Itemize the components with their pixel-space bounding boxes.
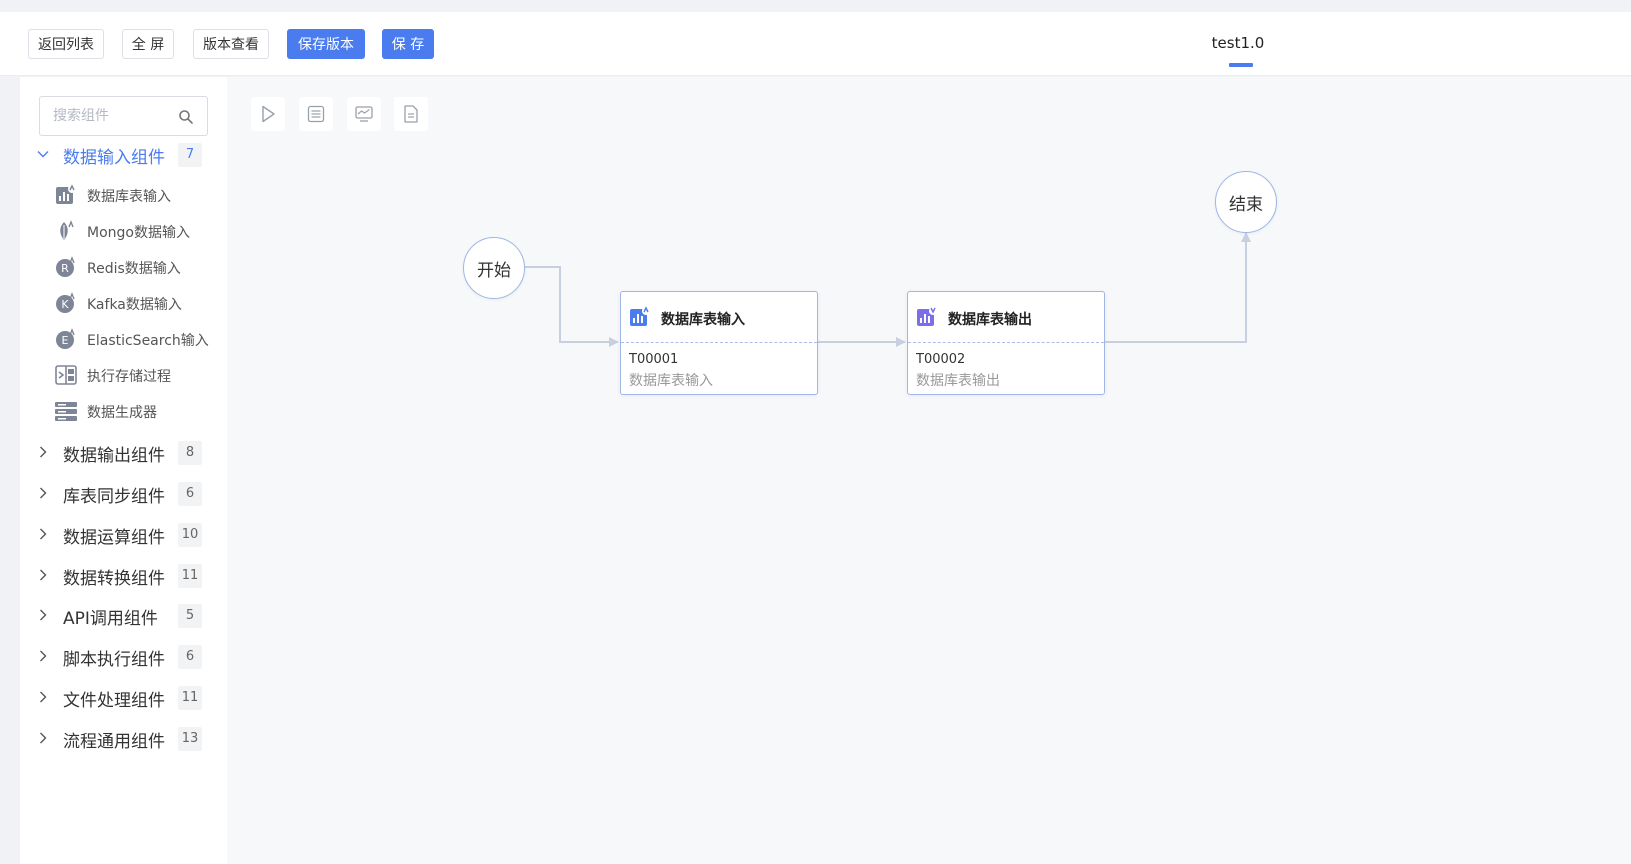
component-kafka-input[interactable]: K Kafka数据输入 [20, 288, 227, 318]
chevron-right-icon [40, 650, 47, 662]
node-divider [621, 342, 817, 343]
component-label: 执行存储过程 [87, 369, 171, 385]
component-search [39, 96, 208, 136]
category-count-badge: 6 [178, 482, 202, 506]
chevron-right-icon [40, 732, 47, 744]
end-node[interactable]: 结束 [1215, 171, 1277, 233]
node-description: 数据库表输出 [916, 373, 1000, 389]
start-node[interactable]: 开始 [463, 237, 525, 299]
chevron-right-icon [40, 528, 47, 540]
category-file-processing[interactable]: 文件处理组件 11 [20, 683, 227, 713]
save-button[interactable]: 保 存 [382, 29, 434, 59]
component-label: Mongo数据输入 [87, 225, 190, 241]
category-count-badge: 11 [178, 564, 202, 588]
back-to-list-button[interactable]: 返回列表 [28, 29, 104, 59]
component-stored-procedure[interactable]: 执行存储过程 [20, 360, 227, 390]
category-count-badge: 13 [178, 727, 202, 751]
edge-output-to-end[interactable] [1099, 232, 1251, 343]
category-count-badge: 8 [178, 441, 202, 465]
mongo-icon [60, 220, 74, 240]
chevron-right-icon [40, 569, 47, 581]
category-label: API调用组件 [63, 609, 158, 629]
chevron-right-icon [40, 487, 47, 499]
category-api-call[interactable]: API调用组件 5 [20, 601, 227, 631]
redis-icon: R [56, 256, 75, 277]
category-flow-common[interactable]: 流程通用组件 13 [20, 724, 227, 754]
component-data-generator[interactable]: 数据生成器 [20, 396, 227, 426]
svg-text:E: E [62, 334, 69, 347]
chevron-right-icon [40, 609, 47, 621]
data-generator-icon [55, 402, 77, 421]
category-count-badge: 5 [178, 604, 202, 628]
node-divider [908, 342, 1104, 343]
category-data-compute[interactable]: 数据运算组件 10 [20, 520, 227, 550]
end-node-label: 结束 [1229, 194, 1263, 215]
edge-start-to-input[interactable] [524, 266, 619, 347]
component-label: 数据库表输入 [87, 189, 171, 205]
component-label: Redis数据输入 [87, 261, 181, 277]
node-title: 数据库表输入 [661, 312, 745, 328]
view-versions-button[interactable]: 版本查看 [193, 29, 269, 59]
db-input-icon [630, 306, 650, 326]
category-table-sync[interactable]: 库表同步组件 6 [20, 479, 227, 509]
category-data-output[interactable]: 数据输出组件 8 [20, 438, 227, 468]
search-icon[interactable] [177, 108, 195, 126]
tab-test-version[interactable]: test1.0 [1183, 34, 1293, 67]
component-mongo-input[interactable]: Mongo数据输入 [20, 216, 227, 246]
category-count-badge: 6 [178, 645, 202, 669]
chevron-down-icon [37, 151, 49, 158]
start-node-label: 开始 [477, 260, 511, 281]
component-elasticsearch-input[interactable]: E ElasticSearch输入 [20, 324, 227, 354]
category-label: 数据转换组件 [63, 569, 165, 589]
category-label: 数据输出组件 [63, 446, 165, 466]
category-label: 数据运算组件 [63, 528, 165, 548]
chevron-right-icon [40, 691, 47, 703]
category-label: 数据输入组件 [63, 148, 165, 168]
flow-canvas[interactable]: 开始 结束 数据库表输入 T00001 数据库表输入 数据库表输出 T00002… [227, 77, 1631, 864]
category-label: 文件处理组件 [63, 691, 165, 711]
category-label: 流程通用组件 [63, 732, 165, 752]
node-title: 数据库表输出 [948, 312, 1032, 328]
component-sidebar: 数据输入组件 7 数据库表输入 Mongo数据输入 R Redis数据输入 K … [20, 77, 227, 864]
category-script-exec[interactable]: 脚本执行组件 6 [20, 642, 227, 672]
node-code: T00001 [629, 352, 679, 367]
component-label: 数据生成器 [87, 405, 157, 421]
node-code: T00002 [916, 352, 966, 367]
category-count-badge: 11 [178, 686, 202, 710]
category-data-input[interactable]: 数据输入组件 7 [20, 140, 227, 170]
component-label: ElasticSearch输入 [87, 333, 209, 349]
component-db-table-input[interactable]: 数据库表输入 [20, 180, 227, 210]
svg-text:R: R [61, 262, 69, 275]
save-version-button[interactable]: 保存版本 [287, 29, 365, 59]
search-input[interactable] [53, 106, 173, 126]
fullscreen-button[interactable]: 全 屏 [122, 29, 174, 59]
svg-text:K: K [61, 298, 69, 311]
flow-edges [524, 232, 1251, 347]
tab-title: test1.0 [1211, 34, 1265, 52]
top-toolbar: 返回列表 全 屏 版本查看 保存版本 保 存 test1.0 [0, 12, 1631, 76]
db-input-icon [56, 184, 76, 204]
db-table-input-node[interactable]: 数据库表输入 T00001 数据库表输入 [620, 291, 818, 395]
kafka-icon: K [56, 292, 75, 313]
active-tab-indicator [1229, 63, 1253, 67]
category-label: 脚本执行组件 [63, 650, 165, 670]
db-table-output-node[interactable]: 数据库表输出 T00002 数据库表输出 [907, 291, 1105, 395]
stored-procedure-icon [55, 365, 77, 385]
node-description: 数据库表输入 [629, 373, 713, 389]
category-label: 库表同步组件 [63, 487, 165, 507]
category-count-badge: 10 [178, 523, 202, 547]
db-output-icon [917, 307, 937, 326]
elasticsearch-icon: E [56, 328, 75, 349]
category-count-badge: 7 [178, 143, 202, 167]
component-redis-input[interactable]: R Redis数据输入 [20, 252, 227, 282]
category-data-transform[interactable]: 数据转换组件 11 [20, 561, 227, 591]
chevron-right-icon [40, 446, 47, 458]
component-label: Kafka数据输入 [87, 297, 182, 313]
